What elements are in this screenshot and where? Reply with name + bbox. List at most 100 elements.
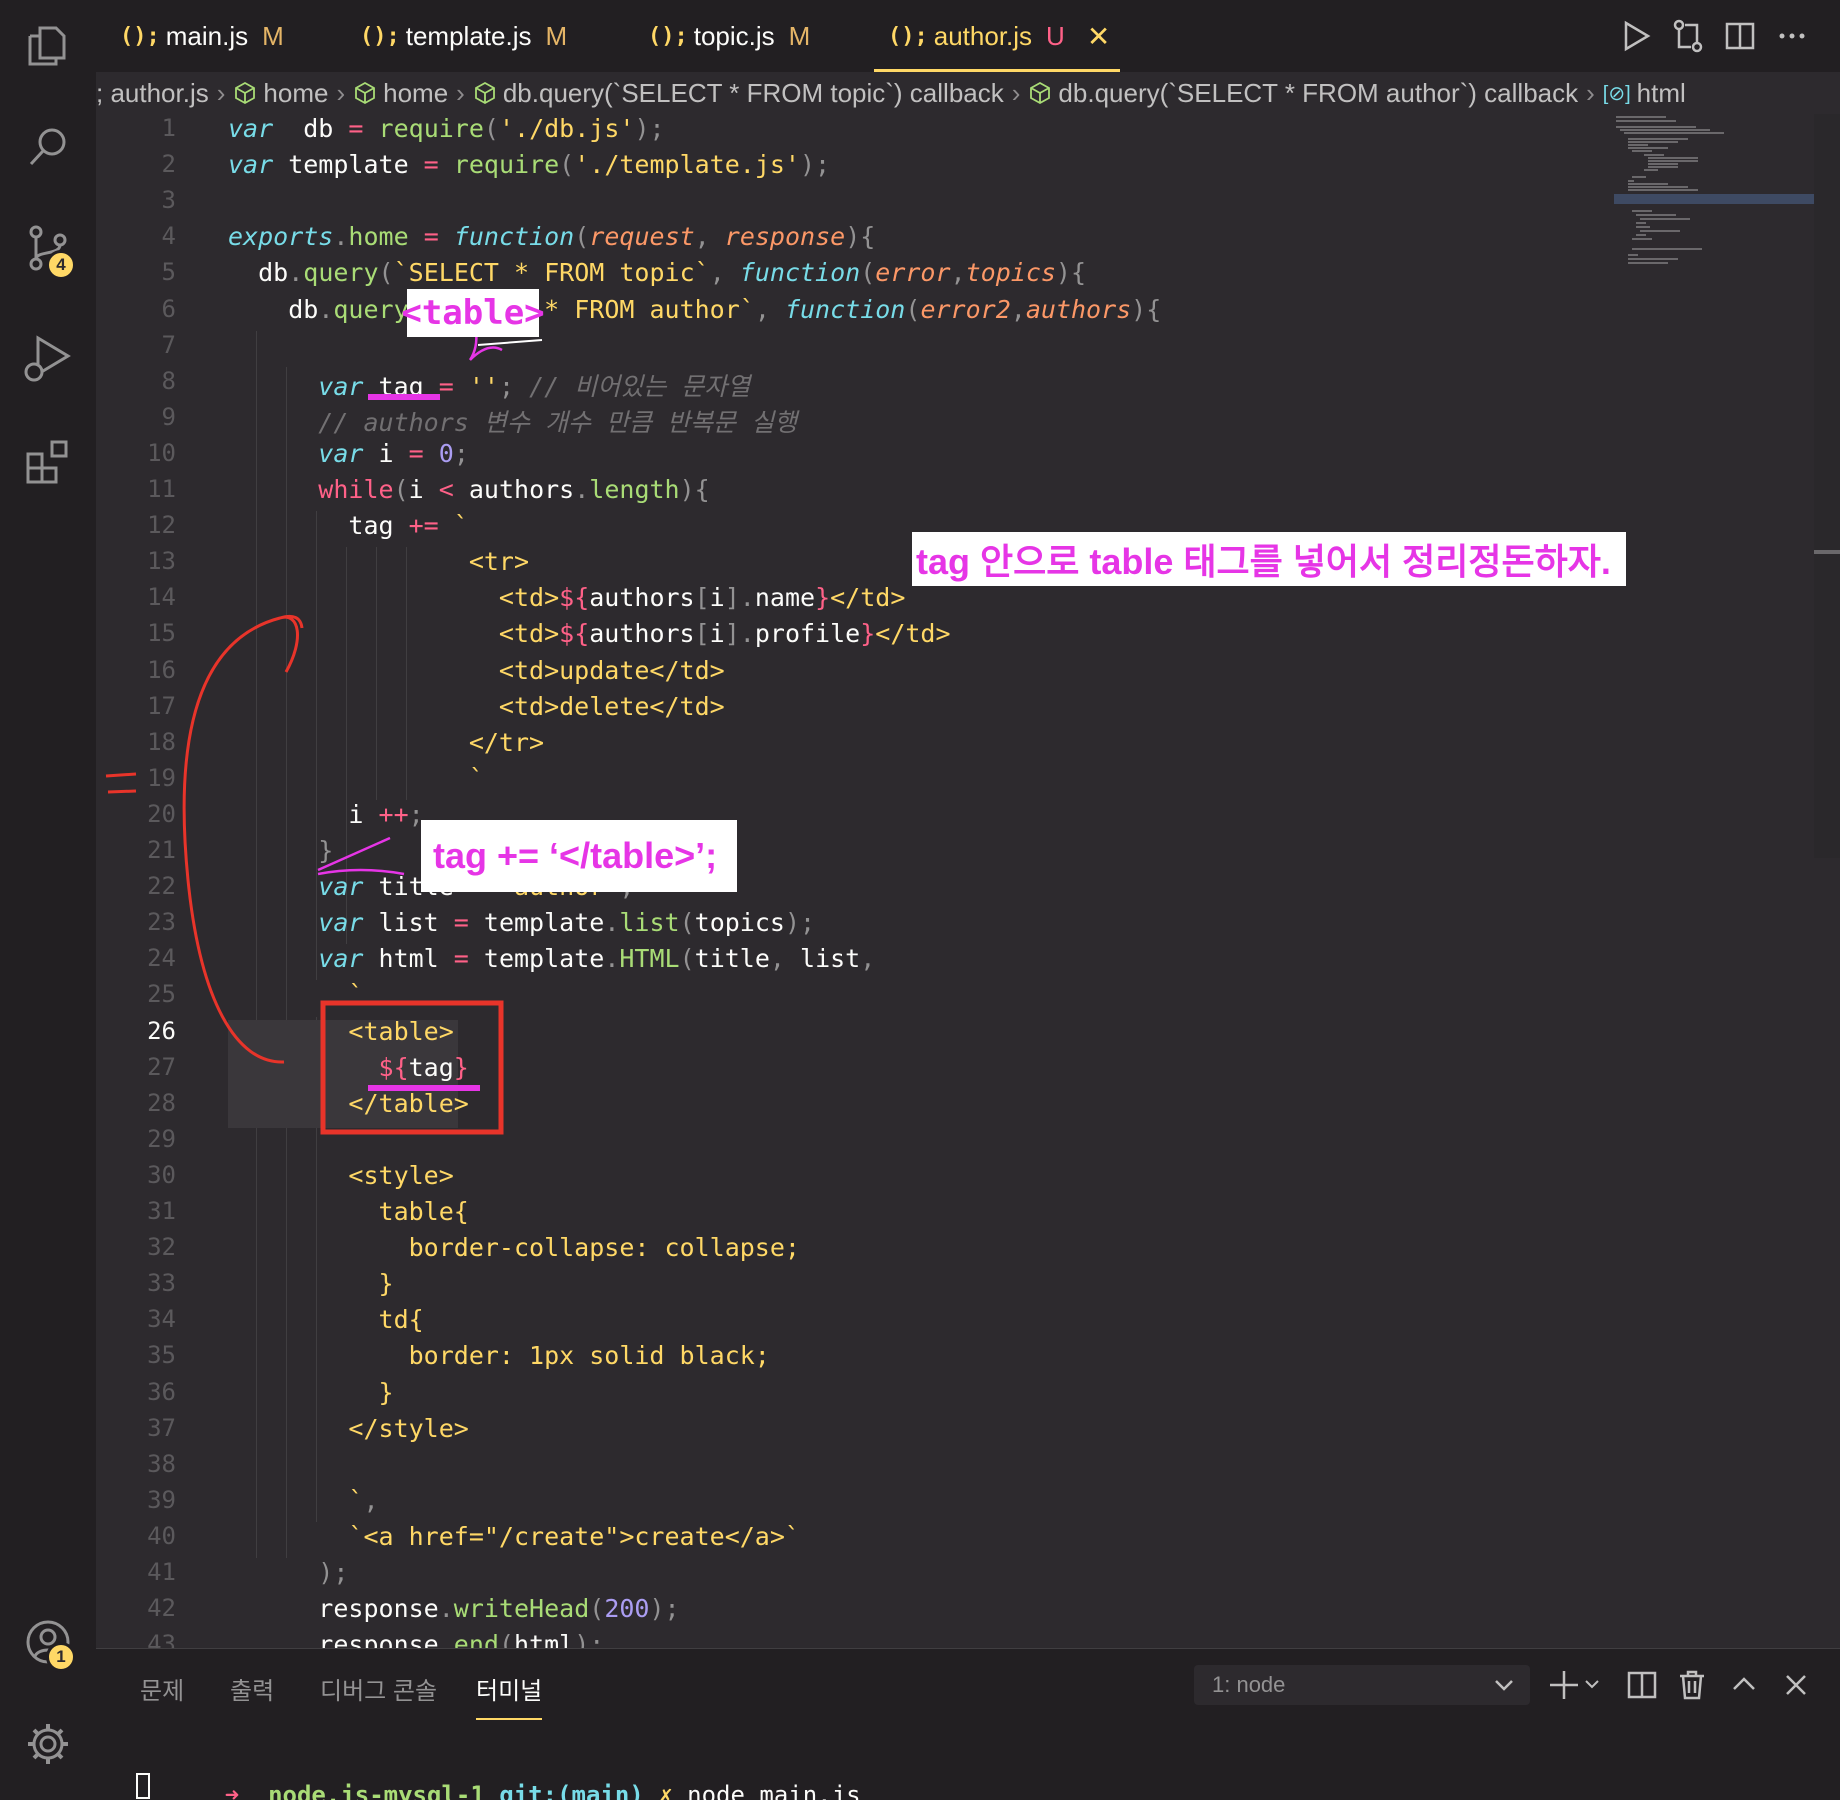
account-icon[interactable]: 1: [20, 1614, 76, 1672]
run-icon[interactable]: [1618, 18, 1654, 54]
code-line[interactable]: <td>${authors[i].profile}</td>: [228, 619, 951, 655]
code-line[interactable]: <tr>: [228, 547, 529, 583]
search-icon[interactable]: [20, 118, 76, 174]
breadcrumb-topic-callback[interactable]: db.query(`SELECT * FROM topic`) callback: [503, 78, 1004, 109]
trash-icon[interactable]: [1676, 1669, 1708, 1701]
close-tab-icon[interactable]: ✕: [1087, 20, 1110, 53]
code-line[interactable]: <style>: [228, 1161, 453, 1197]
tab-author-js[interactable]: (); author.js U ✕: [873, 0, 1121, 72]
code-line[interactable]: );: [228, 1558, 348, 1594]
code-line[interactable]: var tag = ''; // 비어있는 문자열: [228, 367, 750, 403]
code-token: +=: [408, 511, 439, 541]
line-number: 26: [147, 1016, 176, 1045]
code-token: .: [333, 222, 349, 252]
code-token: <: [438, 475, 454, 504]
code-token: ${: [559, 583, 590, 613]
scrollbar-thumb-marker: [1814, 550, 1840, 554]
code-line[interactable]: var template = require('./template.js');: [228, 150, 830, 186]
code-line[interactable]: response.end(html);: [228, 1630, 604, 1648]
more-actions-icon[interactable]: [1774, 18, 1810, 54]
tab-main-js[interactable]: (); main.js M: [120, 0, 284, 72]
new-terminal-icon[interactable]: [1548, 1669, 1600, 1701]
code-token: =: [453, 944, 469, 974]
code-line[interactable]: // authors 변수 개수 만큼 반복문 실행: [228, 403, 797, 439]
breadcrumb-home-2[interactable]: home: [383, 78, 448, 109]
explorer-icon[interactable]: [20, 18, 76, 74]
line-number: 39: [147, 1485, 176, 1514]
tab-topic-js[interactable]: (); topic.js M: [648, 0, 810, 72]
code-line[interactable]: ${tag}: [228, 1053, 469, 1089]
code-line[interactable]: var db = require('./db.js');: [228, 114, 665, 150]
code-line[interactable]: var html = template.HTML(title, list,: [228, 944, 875, 980]
code-line[interactable]: </tr>: [228, 728, 544, 764]
chevron-right-icon: ›: [336, 77, 346, 108]
code-token: authors: [589, 583, 695, 613]
vertical-scrollbar[interactable]: [1814, 114, 1840, 858]
code-line[interactable]: border-collapse: collapse;: [228, 1233, 800, 1269]
code-token: );: [574, 1630, 605, 1648]
code-line[interactable]: `,: [228, 1486, 378, 1522]
code-token: name: [754, 583, 816, 613]
minimap[interactable]: [1614, 114, 1814, 314]
code-line[interactable]: response.writeHead(200);: [228, 1594, 679, 1630]
code-line[interactable]: <table>: [228, 1017, 453, 1053]
chevron-up-icon[interactable]: [1728, 1669, 1760, 1701]
settings-gear-icon[interactable]: [20, 1716, 76, 1772]
split-editor-icon[interactable]: [1722, 18, 1758, 54]
code-line[interactable]: }: [228, 836, 333, 872]
tab-output[interactable]: 출력: [230, 1671, 274, 1706]
terminal-output[interactable]: ➜ node.js-mysql-1 git:(main) ✗ node main…: [138, 1753, 861, 1800]
code-line[interactable]: `: [228, 980, 363, 1016]
breadcrumb-file[interactable]: ; author.js: [96, 78, 209, 109]
code-line[interactable]: var list = template.list(topics);: [228, 908, 815, 944]
extensions-icon[interactable]: [20, 434, 76, 490]
code-line[interactable]: db.query(`SELECT * FROM author`, functio…: [228, 295, 1161, 331]
code-token: i: [228, 799, 379, 829]
code-line[interactable]: `: [228, 764, 484, 800]
code-token: list: [619, 908, 680, 938]
code-line[interactable]: i ++;: [228, 799, 423, 836]
code-line[interactable]: table{: [228, 1197, 469, 1233]
code-line[interactable]: <td>update</td>: [228, 656, 725, 692]
tab-terminal[interactable]: 터미널: [476, 1671, 543, 1720]
code-token: (: [393, 475, 409, 504]
code-line[interactable]: tag += `: [228, 511, 468, 547]
code-line[interactable]: </table>: [228, 1089, 468, 1125]
terminal-select[interactable]: 1: node: [1194, 1665, 1530, 1705]
line-number: 29: [147, 1124, 176, 1153]
code-token: ++: [378, 799, 409, 829]
line-number: 6: [161, 294, 176, 323]
breadcrumb-html[interactable]: html: [1637, 78, 1686, 109]
tab-debug-console[interactable]: 디버그 콘솔: [320, 1671, 437, 1706]
code-line[interactable]: db.query(`SELECT * FROM topic`, function…: [228, 258, 1086, 294]
code-line[interactable]: <td>delete</td>: [228, 692, 725, 728]
chevron-right-icon: ›: [1586, 77, 1595, 108]
source-control-icon[interactable]: 4: [20, 220, 76, 280]
code-line[interactable]: var i = 0;: [228, 439, 469, 475]
line-number: 13: [147, 547, 176, 576]
chevron-right-icon: ›: [1011, 77, 1021, 108]
breadcrumb-author-callback[interactable]: db.query(`SELECT * FROM author`) callbac…: [1058, 78, 1578, 109]
code-token: tag: [228, 511, 409, 541]
compare-changes-icon[interactable]: [1670, 18, 1706, 54]
code-line[interactable]: </style>: [228, 1414, 468, 1450]
code-token: ){: [1055, 258, 1087, 288]
code-token: ].: [724, 619, 755, 649]
code-token: ;: [498, 371, 515, 401]
split-terminal-icon[interactable]: [1626, 1669, 1658, 1701]
code-line[interactable]: }: [228, 1378, 394, 1414]
close-panel-icon[interactable]: [1780, 1669, 1812, 1701]
code-line[interactable]: td{: [228, 1305, 424, 1341]
tab-template-js[interactable]: (); template.js M: [360, 0, 567, 72]
code-token: =: [453, 908, 469, 938]
tab-problems[interactable]: 문제: [140, 1671, 184, 1706]
code-line[interactable]: `<a href="/create">create</a>`: [228, 1522, 800, 1558]
code-line[interactable]: exports.home = function(request, respons…: [228, 222, 875, 258]
code-line[interactable]: while(i < authors.length){: [228, 475, 709, 511]
code-line[interactable]: }: [228, 1269, 394, 1305]
code-line[interactable]: border: 1px solid black;: [228, 1341, 770, 1377]
run-debug-icon[interactable]: [20, 330, 76, 386]
code-line[interactable]: <td>${authors[i].name}</td>: [228, 583, 905, 619]
breadcrumb-home[interactable]: home: [263, 78, 328, 109]
